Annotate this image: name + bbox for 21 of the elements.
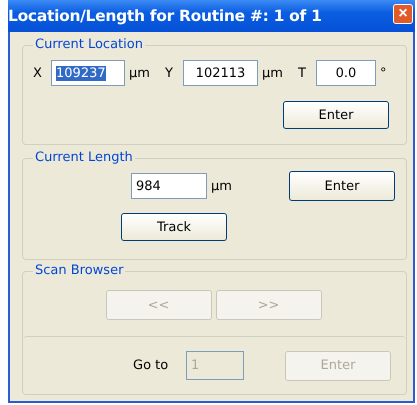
window-title: Location/Length for Routine #: 1 of 1 — [8, 7, 322, 25]
unit-label: ° — [380, 66, 386, 80]
goto-label: Go to — [133, 358, 170, 373]
field-value: 109237 — [56, 66, 106, 80]
field-label: Y — [165, 66, 174, 80]
unit-label: µm — [211, 178, 233, 194]
input-field[interactable]: 102113 — [183, 60, 258, 86]
enter-button[interactable]: Enter — [289, 171, 395, 201]
input-field[interactable]: 0.0 — [316, 60, 376, 86]
field-label: X — [33, 66, 43, 80]
close-button[interactable]: × — [393, 4, 413, 24]
field-value: 102113 — [196, 66, 246, 80]
input-field[interactable]: 109237 — [51, 60, 125, 86]
field-label: T — [298, 66, 307, 80]
enter-button[interactable]: Enter — [283, 101, 389, 129]
field-value: 0.0 — [336, 66, 356, 80]
group-title: Current Length — [33, 150, 135, 166]
input-field[interactable]: 984 — [131, 173, 207, 199]
track-button[interactable]: Track — [121, 213, 227, 241]
unit-label: µm — [129, 66, 151, 80]
unit-label: µm — [262, 66, 284, 80]
